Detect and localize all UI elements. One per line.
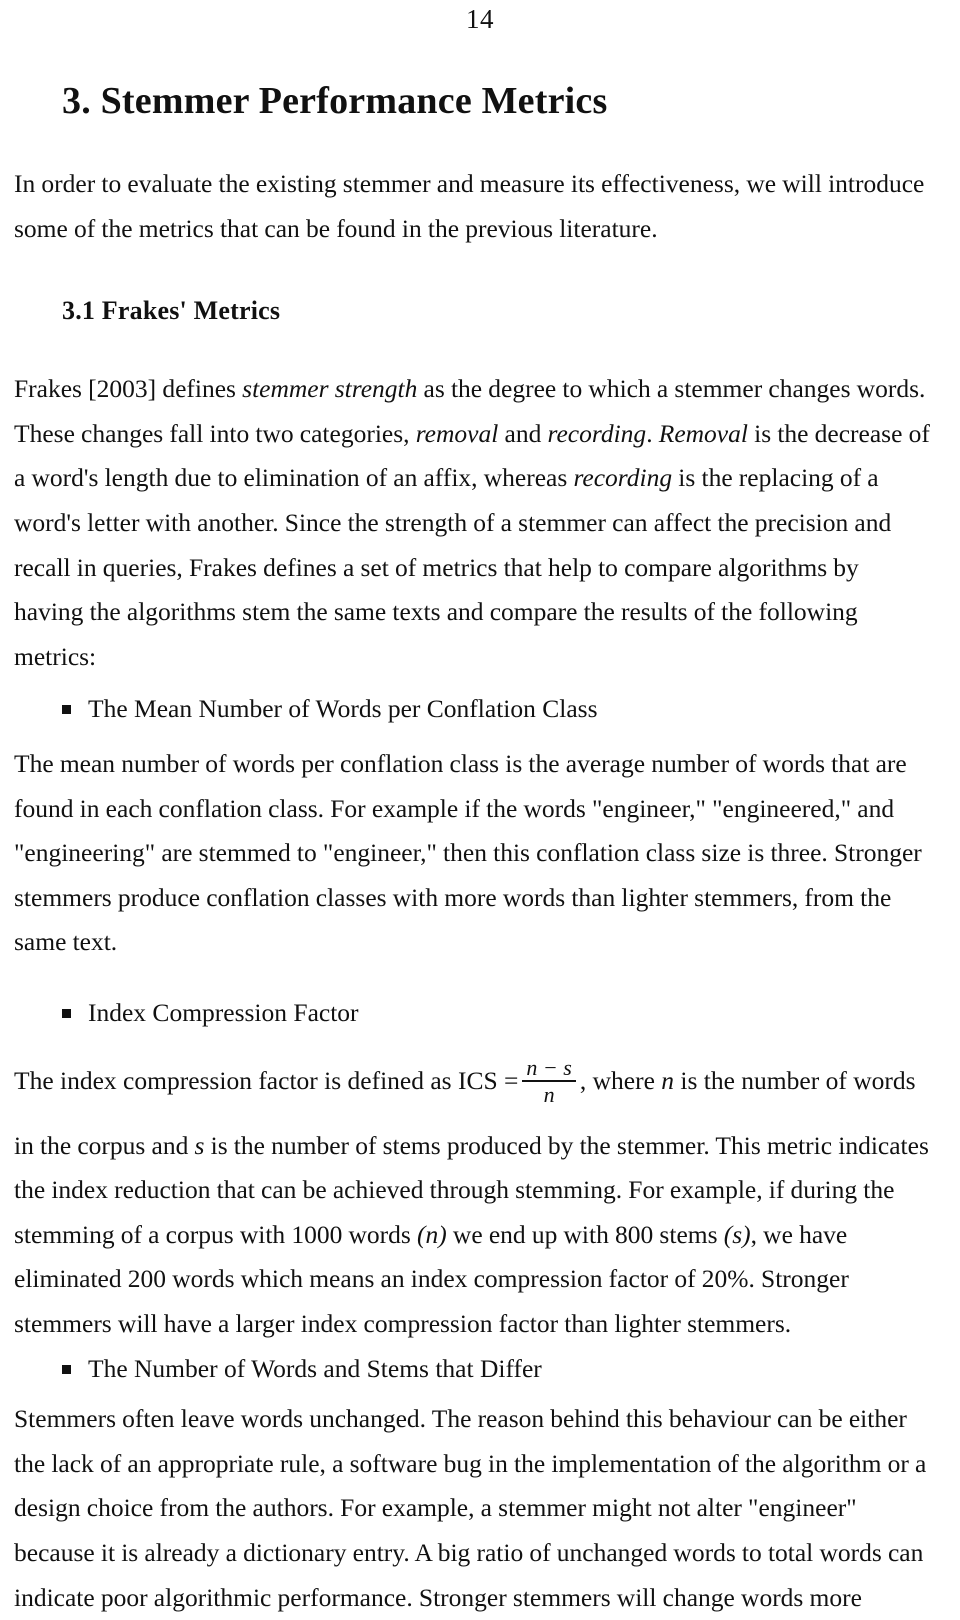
fraction-denominator: n [543,1081,555,1107]
icf-formula-line: The index compression factor is defined … [14,1055,934,1108]
emphasis-recording-2: recording [573,463,673,493]
icf-formula-tail-a: , where [579,1065,662,1095]
square-bullet-icon [62,1008,71,1018]
page-content: 3. Stemmer Performance Metrics In order … [14,78,934,1620]
intro-paragraph: In order to evaluate the existing stemme… [14,162,934,251]
emphasis-removal-capital: Removal [658,418,748,448]
differ-body-text: Stemmers often leave words unchanged. Th… [14,1404,927,1612]
list-item-label: The Mean Number of Words per Conflation … [88,694,598,724]
variable-s-parenthesized: (s) [723,1219,751,1249]
fraction-n-minus-s-over-n: n − sn [522,1055,576,1107]
page-number: 14 [466,4,494,34]
icf-formula-tail-b: is the number of words [674,1065,916,1095]
differ-body-paragraph: Stemmers often leave words unchanged. Th… [14,1397,934,1620]
emphasis-removal: removal [415,418,499,448]
list-item-index-compression: Index Compression Factor [62,991,934,1036]
document-page: 14 3. Stemmer Performance Metrics In ord… [0,0,960,1614]
fraction-numerator: n − s [522,1055,576,1082]
mean-words-paragraph: The mean number of words per conflation … [14,742,934,965]
frakes-text-f: is the replacing of a word's letter with… [14,463,892,671]
mean-words-text: The mean number of words per conflation … [14,748,922,957]
list-item-words-stems-differ: The Number of Words and Stems that Diffe… [62,1347,934,1392]
emphasis-recording: recording [547,418,647,448]
intro-paragraph-text: In order to evaluate the existing stemme… [14,169,925,243]
icf-body-text-a: in the corpus and [14,1130,195,1160]
square-bullet-icon [62,1364,71,1374]
frakes-text-c: and [498,418,548,448]
variable-n: n [661,1065,675,1095]
square-bullet-icon [62,705,71,715]
metrics-bullet-list-3: The Number of Words and Stems that Diffe… [14,1347,934,1392]
list-item-mean-words: The Mean Number of Words per Conflation … [62,687,934,732]
metrics-bullet-list-1: The Mean Number of Words per Conflation … [14,687,934,732]
variable-n-parenthesized: (n) [417,1219,447,1249]
list-item-label: Index Compression Factor [88,997,359,1027]
frakes-paragraph: Frakes [2003] defines stemmer strength a… [14,367,934,679]
icf-formula-lead-in: The index compression factor is defined … [14,1065,519,1095]
emphasis-stemmer-strength: stemmer strength [242,374,418,404]
frakes-text-a: Frakes [2003] defines [14,374,243,404]
variable-s: s [194,1130,205,1160]
list-item-label: The Number of Words and Stems that Diffe… [88,1353,542,1383]
section-heading: 3. Stemmer Performance Metrics [62,80,608,122]
icf-body-paragraph: in the corpus and s is the number of ste… [14,1124,934,1347]
icf-body-text-c: we end up with 800 stems [446,1219,724,1249]
metrics-bullet-list-2: Index Compression Factor [14,991,934,1036]
frakes-text-d: . [646,418,659,448]
subsection-heading: 3.1 Frakes' Metrics [62,296,281,326]
